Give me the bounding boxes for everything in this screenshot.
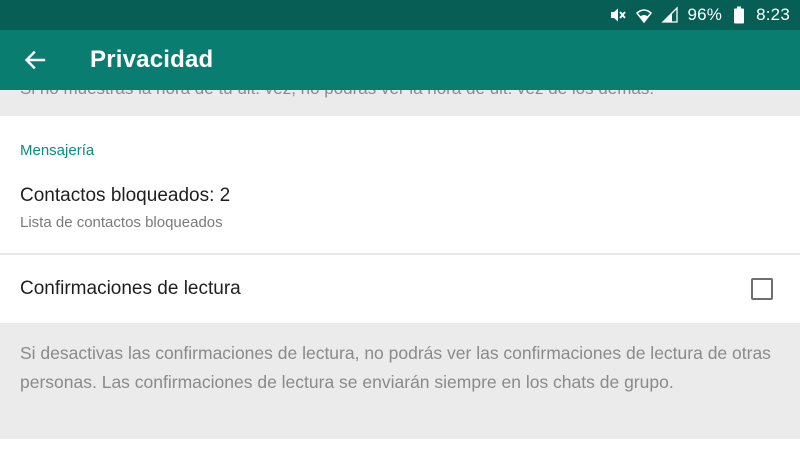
clock: 8:23 — [756, 5, 790, 24]
read-receipts-info-text: Si desactivas las confirmaciones de lect… — [20, 343, 771, 392]
last-seen-note: Si no muestras la hora de tu últ. vez, n… — [20, 90, 654, 99]
read-receipts-info: Si desactivas las confirmaciones de lect… — [0, 323, 800, 439]
previous-section-note: Si no muestras la hora de tu últ. vez, n… — [0, 90, 800, 116]
blocked-contacts-row[interactable]: Contactos bloqueados: 2 Lista de contact… — [0, 176, 800, 252]
mute-icon — [609, 6, 627, 24]
privacy-screen: 96% 8:23 Privacidad Si no muestras la ho… — [0, 0, 800, 450]
read-receipts-row[interactable]: Confirmaciones de lectura — [0, 255, 800, 323]
battery-icon — [730, 6, 748, 24]
back-button[interactable] — [0, 30, 70, 90]
bottom-spacer — [0, 439, 800, 450]
signal-icon — [661, 6, 679, 24]
section-header-messaging: Mensajería — [20, 142, 95, 159]
read-receipts-checkbox[interactable] — [751, 278, 773, 300]
arrow-left-icon — [24, 50, 46, 70]
blocked-contacts-subtitle: Lista de contactos bloqueados — [20, 214, 223, 231]
page-title: Privacidad — [90, 46, 214, 73]
battery-level: 96% — [687, 5, 723, 24]
status-bar: 96% 8:23 — [0, 0, 800, 30]
blocked-contacts-title: Contactos bloqueados: 2 — [20, 185, 231, 206]
app-bar: Privacidad — [0, 30, 800, 90]
read-receipts-title: Confirmaciones de lectura — [20, 278, 241, 299]
wifi-icon — [635, 6, 653, 24]
